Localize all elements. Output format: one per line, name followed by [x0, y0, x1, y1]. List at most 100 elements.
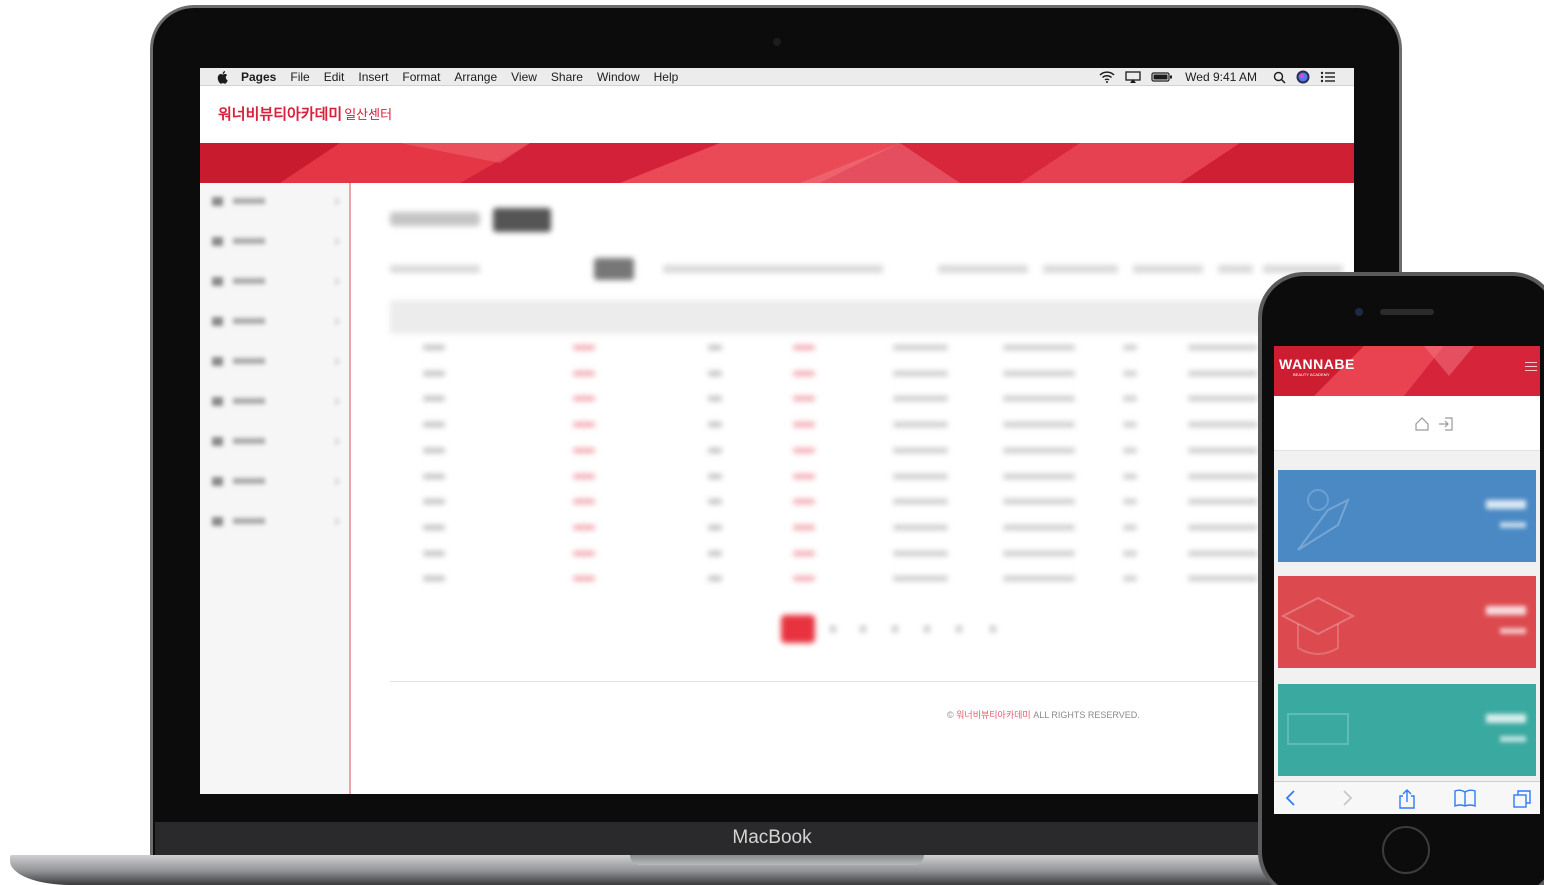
- pagination-current[interactable]: [781, 615, 815, 643]
- copyright-text: ALL RIGHTS RESERVED.: [1033, 710, 1140, 720]
- table-cell-placeholder: [1003, 345, 1075, 350]
- menu-arrange[interactable]: Arrange: [454, 70, 497, 84]
- table-cell-placeholder: [1188, 550, 1258, 556]
- login-icon[interactable]: [1438, 416, 1454, 432]
- brand-main: 워너비뷰티아카데미: [218, 106, 343, 123]
- table-cell-placeholder: [1188, 524, 1258, 530]
- table-cell-placeholder: [793, 370, 815, 376]
- back-icon[interactable]: [1284, 789, 1298, 807]
- pagination-next[interactable]: [989, 625, 997, 633]
- menu-status-area: Wed 9:41 AM: [1089, 68, 1336, 86]
- table-cell-placeholder: [1123, 396, 1137, 402]
- admin-sidebar: [200, 183, 351, 794]
- sidebar-item[interactable]: [212, 434, 340, 448]
- toolbar-placeholder[interactable]: [1133, 265, 1203, 273]
- table-cell-placeholder: [1003, 499, 1075, 505]
- table-cell-placeholder: [1003, 370, 1075, 376]
- footer-divider: [390, 681, 1354, 682]
- phone-logo-sub: BEAUTY ACADEMY: [1293, 372, 1330, 377]
- table-cell-placeholder: [793, 576, 815, 582]
- toolbar-placeholder[interactable]: [1043, 265, 1118, 273]
- pagination-page[interactable]: [859, 625, 867, 633]
- sidebar-item[interactable]: [212, 314, 340, 328]
- sidebar-item[interactable]: [212, 274, 340, 288]
- sidebar-item[interactable]: [212, 354, 340, 368]
- menu-window[interactable]: Window: [597, 70, 640, 84]
- forward-icon[interactable]: [1340, 789, 1354, 807]
- sidebar-item[interactable]: [212, 514, 340, 528]
- menu-card[interactable]: [1278, 470, 1536, 562]
- copyright-brand[interactable]: 워너비뷰티아카데미: [956, 710, 1031, 720]
- table-cell-placeholder: [1188, 499, 1258, 505]
- home-icon[interactable]: [1414, 416, 1430, 432]
- table-cell-placeholder: [708, 499, 722, 505]
- site-logo[interactable]: 워너비뷰티아카데미 일산센터: [218, 103, 392, 124]
- apple-icon[interactable]: [215, 70, 231, 84]
- table-cell-placeholder: [1188, 396, 1258, 402]
- table-cell-placeholder: [708, 422, 722, 428]
- wifi-icon[interactable]: [1099, 71, 1115, 83]
- sidebar-item[interactable]: [212, 234, 340, 248]
- pagination-page[interactable]: [923, 625, 931, 633]
- table-cell-placeholder: [1003, 550, 1075, 556]
- phone-logo[interactable]: WANNABE: [1279, 356, 1355, 372]
- menu-view[interactable]: View: [511, 70, 537, 84]
- sidebar-item[interactable]: [212, 394, 340, 408]
- table-cell-placeholder: [893, 447, 948, 453]
- menu-card-background: [1278, 576, 1536, 668]
- pagination-page[interactable]: [955, 625, 963, 633]
- siri-icon[interactable]: [1296, 70, 1310, 84]
- table-cell-placeholder: [1123, 550, 1137, 556]
- spotlight-icon[interactable]: [1273, 71, 1286, 84]
- table-cell-placeholder: [708, 345, 722, 350]
- filter-placeholder[interactable]: [390, 265, 480, 273]
- menu-card[interactable]: [1278, 576, 1536, 668]
- search-button-placeholder[interactable]: [594, 258, 634, 280]
- table-cell-placeholder: [423, 396, 445, 402]
- pagination-page[interactable]: [829, 625, 837, 633]
- share-icon[interactable]: [1398, 789, 1416, 809]
- table-cell-placeholder: [423, 422, 445, 428]
- menu-share[interactable]: Share: [551, 70, 583, 84]
- table-cell-placeholder: [1003, 396, 1075, 402]
- phone-screen: WANNABE BEAUTY ACADEMY: [1274, 346, 1540, 814]
- sidebar-item[interactable]: [212, 194, 340, 208]
- phone-home-button[interactable]: [1382, 826, 1430, 874]
- menu-clock[interactable]: Wed 9:41 AM: [1185, 70, 1257, 84]
- pagination-page[interactable]: [891, 625, 899, 633]
- menu-edit[interactable]: Edit: [324, 70, 345, 84]
- menu-app-name[interactable]: Pages: [241, 70, 276, 84]
- card-color-fill: [1278, 470, 1536, 562]
- table-cell-placeholder: [1188, 576, 1258, 582]
- table-cell-placeholder: [1123, 422, 1137, 428]
- menu-help[interactable]: Help: [654, 70, 679, 84]
- battery-icon[interactable]: [1151, 71, 1173, 83]
- table-cell-placeholder: [708, 447, 722, 453]
- hamburger-menu-icon[interactable]: [1525, 362, 1537, 374]
- menu-format[interactable]: Format: [402, 70, 440, 84]
- table-cell-placeholder: [1123, 345, 1137, 350]
- bookmarks-icon[interactable]: [1454, 789, 1476, 807]
- table-cell-placeholder: [708, 473, 722, 479]
- table-header-placeholder: [390, 300, 1354, 334]
- sidebar-item[interactable]: [212, 474, 340, 488]
- footer-copyright: © 워너비뷰티아카데미 ALL RIGHTS RESERVED.: [947, 708, 1140, 721]
- airplay-icon[interactable]: [1125, 71, 1141, 83]
- table-cell-placeholder: [573, 370, 595, 376]
- toolbar-placeholder[interactable]: [938, 265, 1028, 273]
- table-cell-placeholder: [893, 524, 948, 530]
- tabs-icon[interactable]: [1512, 789, 1532, 809]
- table-cell-placeholder: [1123, 447, 1137, 453]
- menu-card[interactable]: [1278, 684, 1536, 776]
- menu-insert[interactable]: Insert: [358, 70, 388, 84]
- notification-center-icon[interactable]: [1320, 71, 1336, 83]
- table-cell-placeholder: [708, 370, 722, 376]
- menu-file[interactable]: File: [290, 70, 309, 84]
- table-cell-placeholder: [708, 524, 722, 530]
- table-cell-placeholder: [708, 550, 722, 556]
- search-input-placeholder[interactable]: [663, 265, 883, 273]
- laptop-screen: Pages File Edit Insert Format Arrange Vi…: [200, 68, 1354, 794]
- toolbar-placeholder[interactable]: [1218, 265, 1253, 273]
- main-content: © 워너비뷰티아카데미 ALL RIGHTS RESERVED.: [353, 183, 1354, 794]
- table-cell-placeholder: [423, 550, 445, 556]
